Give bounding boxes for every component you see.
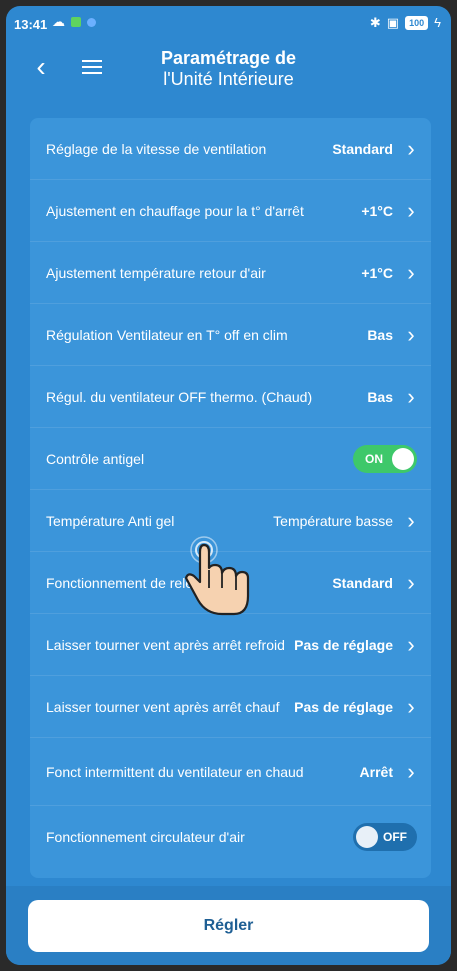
apply-button[interactable]: Régler bbox=[28, 900, 429, 952]
toggle-state-label: OFF bbox=[383, 830, 407, 844]
status-system-icons: ✱ ▣ 100 ϟ bbox=[370, 16, 441, 30]
setting-label: Ajustement température retour d'air bbox=[46, 264, 266, 281]
weather-icon: ☁ bbox=[52, 14, 65, 29]
toggle-state-label: ON bbox=[365, 451, 383, 466]
setting-value: +1°C bbox=[361, 264, 393, 281]
setting-label: Régulation Ventilateur en T° off en clim bbox=[46, 326, 288, 343]
setting-row-intermittent-fan-heating[interactable]: Fonct intermittent du ventilateur en cha… bbox=[30, 738, 431, 806]
chevron-left-icon: ‹ bbox=[36, 51, 46, 82]
hamburger-icon bbox=[82, 60, 102, 62]
bottom-action-bar: Régler bbox=[6, 886, 451, 965]
setting-label: Fonctionnement circulateur d'air bbox=[46, 829, 245, 845]
setting-value: Standard bbox=[332, 140, 393, 157]
setting-row-fan-after-stop-heating[interactable]: Laisser tourner vent après arrêt chauf P… bbox=[30, 676, 431, 738]
status-time: 13:41 bbox=[14, 17, 48, 32]
settings-list: Réglage de la vitesse de ventilation Sta… bbox=[30, 118, 431, 878]
setting-row-fan-after-stop-cooling[interactable]: Laisser tourner vent après arrêt refroid… bbox=[30, 614, 431, 676]
setting-row-pump-operation[interactable]: Fonctionnement de relevage Standard › bbox=[30, 552, 431, 614]
chevron-right-icon: › bbox=[407, 631, 415, 657]
chevron-right-icon: › bbox=[407, 259, 415, 285]
app-notification-icon bbox=[71, 17, 81, 27]
app-notification-icon-2 bbox=[87, 17, 96, 27]
setting-label: Température Anti gel bbox=[46, 512, 175, 529]
charging-icon: ϟ bbox=[434, 15, 441, 30]
antifreeze-toggle[interactable]: ON bbox=[353, 444, 417, 473]
setting-value: Bas bbox=[367, 388, 393, 405]
chevron-right-icon: › bbox=[407, 693, 415, 719]
setting-label: Régul. du ventilateur OFF thermo. (Chaud… bbox=[46, 388, 313, 405]
page-title-line1: Paramétrage de bbox=[160, 48, 297, 68]
setting-value: Pas de réglage bbox=[294, 636, 393, 653]
setting-label: Laisser tourner vent après arrêt refroid bbox=[46, 636, 285, 653]
setting-label: Fonct intermittent du ventilateur en cha… bbox=[46, 763, 304, 780]
status-notification-icons: ☁ bbox=[52, 14, 96, 29]
setting-row-air-circulator: Fonctionnement circulateur d'air OFF bbox=[30, 806, 431, 868]
menu-button[interactable] bbox=[80, 56, 104, 76]
setting-value: Arrêt bbox=[359, 763, 393, 780]
air-circulator-toggle[interactable]: OFF bbox=[353, 823, 417, 851]
setting-row-antifreeze-control: Contrôle antigel ON bbox=[30, 428, 431, 490]
setting-row-return-air-adjust[interactable]: Ajustement température retour d'air +1°C… bbox=[30, 242, 431, 304]
chevron-right-icon: › bbox=[407, 321, 415, 347]
setting-value: Pas de réglage bbox=[294, 698, 393, 715]
page-title: Paramétrage de l'Unité Intérieure bbox=[116, 48, 341, 90]
setting-label: Ajustement en chauffage pour la t° d'arr… bbox=[46, 202, 304, 219]
setting-row-antifreeze-temperature[interactable]: Température Anti gel Température basse › bbox=[30, 490, 431, 552]
page-title-line2: l'Unité Intérieure bbox=[163, 69, 294, 89]
chevron-right-icon: › bbox=[407, 197, 415, 223]
setting-label: Fonctionnement de relevage bbox=[46, 574, 224, 591]
chevron-right-icon: › bbox=[407, 569, 415, 595]
back-button[interactable]: ‹ bbox=[26, 51, 56, 82]
setting-row-ventilation-speed[interactable]: Réglage de la vitesse de ventilation Sta… bbox=[30, 118, 431, 180]
bluetooth-icon: ✱ bbox=[369, 15, 381, 30]
setting-row-fan-off-heating[interactable]: Régul. du ventilateur OFF thermo. (Chaud… bbox=[30, 366, 431, 428]
phone-screen: 13:41 ☁ ✱ ▣ 100 ϟ ‹ Paramétrage de l'Uni… bbox=[6, 6, 451, 965]
chevron-right-icon: › bbox=[407, 135, 415, 161]
chevron-right-icon: › bbox=[407, 383, 415, 409]
setting-value: Standard bbox=[332, 574, 393, 591]
nfc-icon: ▣ bbox=[386, 15, 400, 30]
setting-value: +1°C bbox=[361, 202, 393, 219]
toggle-knob bbox=[356, 826, 378, 848]
setting-value: Température basse bbox=[273, 512, 393, 529]
status-bar: 13:41 ☁ ✱ ▣ 100 ϟ bbox=[6, 6, 451, 40]
setting-row-heating-stop-adjust[interactable]: Ajustement en chauffage pour la t° d'arr… bbox=[30, 180, 431, 242]
app-header: ‹ Paramétrage de l'Unité Intérieure bbox=[6, 40, 451, 104]
chevron-right-icon: › bbox=[407, 507, 415, 533]
setting-value: Bas bbox=[367, 326, 393, 343]
setting-row-fan-off-cooling[interactable]: Régulation Ventilateur en T° off en clim… bbox=[30, 304, 431, 366]
setting-label: Contrôle antigel bbox=[46, 450, 145, 467]
setting-label: Réglage de la vitesse de ventilation bbox=[46, 140, 267, 157]
toggle-knob bbox=[392, 447, 414, 470]
chevron-right-icon: › bbox=[407, 758, 415, 784]
battery-icon: 100 bbox=[405, 16, 429, 30]
setting-label: Laisser tourner vent après arrêt chauf bbox=[46, 698, 280, 715]
